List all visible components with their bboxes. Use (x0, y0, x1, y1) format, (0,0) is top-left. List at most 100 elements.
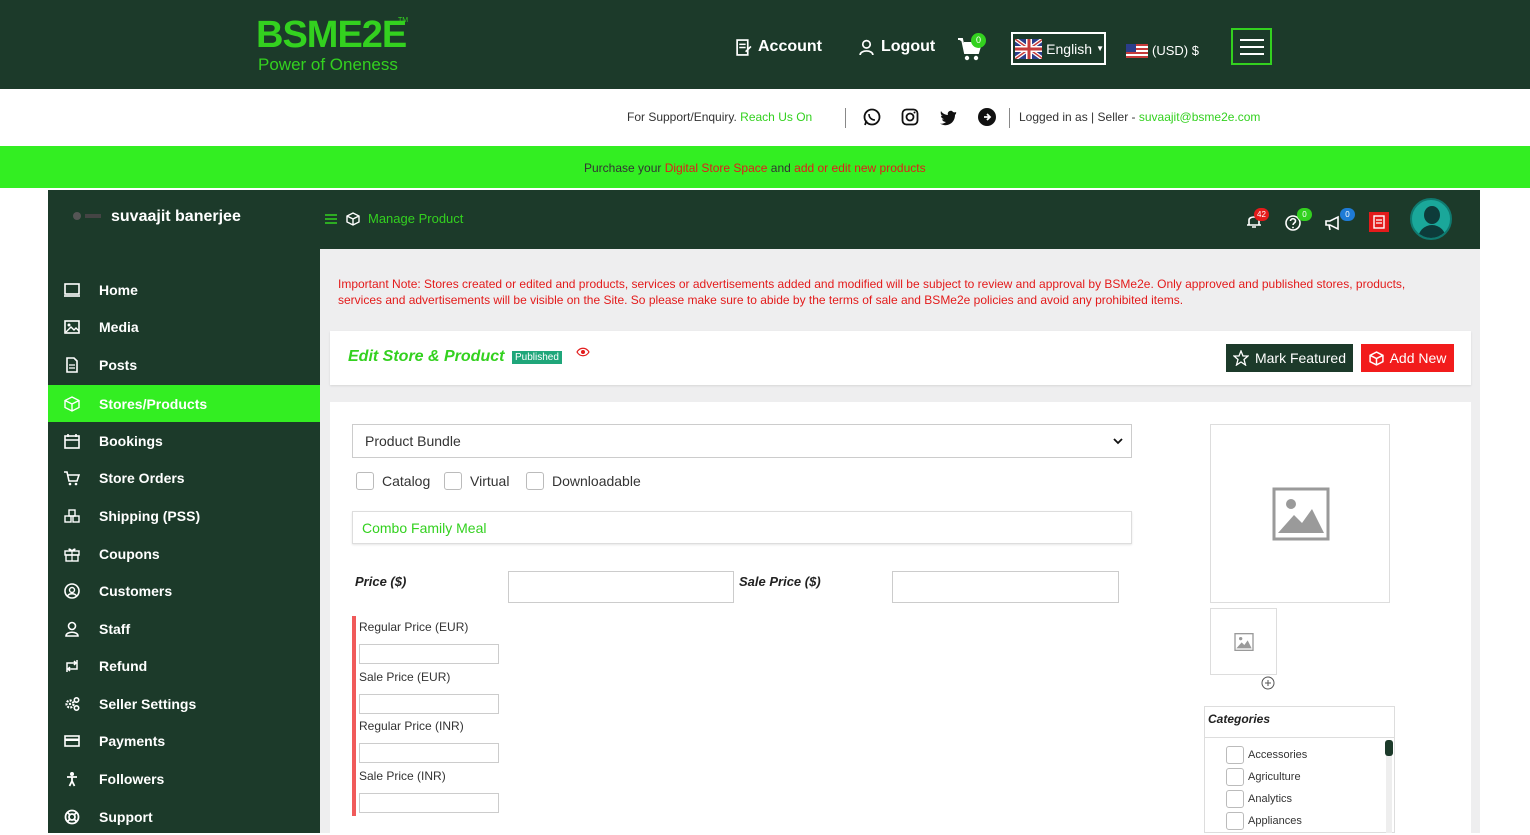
sidebar-item-label: Bookings (99, 432, 163, 449)
add-new-button[interactable]: Add New (1361, 344, 1454, 372)
manage-label: Manage Product (368, 211, 464, 226)
sidebar-item-posts[interactable]: Posts (48, 346, 320, 383)
sidebar-item-followers[interactable]: Followers (48, 760, 320, 797)
divider (845, 108, 846, 128)
more-social-icon[interactable] (977, 107, 997, 127)
mark-featured-button[interactable]: Mark Featured (1226, 344, 1353, 372)
language-selector[interactable]: English ▼ (1011, 32, 1106, 65)
seller-email[interactable]: suvaajit@bsme2e.com (1139, 110, 1261, 124)
boxes-icon (64, 508, 80, 523)
help-badge: 0 (1297, 208, 1312, 221)
sidebar-item-store-orders[interactable]: Store Orders (48, 459, 320, 496)
star-icon (1232, 350, 1249, 366)
image-placeholder-icon (1234, 633, 1254, 651)
sidebar-item-label: Stores/Products (99, 395, 208, 412)
sidebar-item-label: Followers (99, 770, 165, 787)
catalog-checkbox[interactable]: Catalog (356, 472, 430, 490)
gift-icon (64, 547, 80, 562)
sale-price-eur-label: Sale Price (EUR) (359, 670, 451, 684)
sidebar-item-home[interactable]: Home (48, 271, 320, 308)
regular-price-eur-input[interactable] (359, 644, 499, 664)
lifebuoy-icon (64, 809, 80, 824)
currency-selector[interactable]: (USD) $ (1126, 43, 1199, 58)
caret-down-icon: ▼ (1096, 44, 1104, 53)
price-label: Price ($) (355, 574, 407, 589)
announcement-badge: 0 (1340, 208, 1355, 221)
category-analytics[interactable]: Analytics (1226, 790, 1292, 808)
promo-text: Purchase your Digital Store Space and ad… (584, 161, 926, 175)
sale-price-eur-input[interactable] (359, 694, 499, 714)
status-badge: Published (512, 351, 562, 364)
sidebar-item-refund[interactable]: Refund (48, 647, 320, 684)
logout-link[interactable]: Logout (858, 38, 935, 56)
eye-icon[interactable] (576, 346, 590, 358)
sale-price-input[interactable] (892, 571, 1119, 603)
sale-price-inr-input[interactable] (359, 793, 499, 813)
account-link[interactable]: Account (735, 38, 822, 56)
sidebar-item-label: Media (99, 318, 139, 335)
add-gallery-icon[interactable] (1261, 676, 1275, 690)
logout-label: Logout (881, 38, 936, 55)
sale-price-inr-label: Sale Price (INR) (359, 769, 446, 783)
instagram-icon[interactable] (900, 107, 920, 127)
hamburger-icon (1239, 38, 1264, 41)
categories-title: Categories (1208, 712, 1271, 726)
divider (1205, 737, 1394, 738)
sidebar-item-bookings[interactable]: Bookings (48, 422, 320, 459)
sidebar-item-payments[interactable]: Payments (48, 722, 320, 759)
retweet-icon (66, 659, 78, 672)
sidebar-item-label: Coupons (99, 545, 160, 562)
logo[interactable]: BSME2E (256, 14, 407, 57)
user-name[interactable]: suvaajit banerjee (111, 208, 241, 226)
regular-price-eur-label: Regular Price (EUR) (359, 620, 469, 634)
sidebar-item-support[interactable]: Support (48, 798, 320, 835)
calendar-icon (64, 433, 80, 449)
child-icon (67, 771, 77, 786)
add-products-link[interactable]: add or edit new products (794, 161, 925, 175)
digital-store-link[interactable]: Digital Store Space (665, 161, 768, 175)
notification-badge: 42 (1254, 208, 1269, 221)
category-accessories[interactable]: Accessories (1226, 746, 1307, 764)
sidebar-item-label: Seller Settings (99, 695, 197, 712)
currency-label: (USD) $ (1152, 43, 1199, 58)
sidebar-item-media[interactable]: Media (48, 308, 320, 345)
reach-us-link[interactable]: Reach Us On (740, 110, 812, 124)
gallery-image-upload[interactable] (1210, 608, 1277, 675)
price-input[interactable] (508, 571, 734, 603)
product-name-value: Combo Family Meal (362, 519, 487, 536)
image-icon (64, 319, 80, 334)
sidebar-item-label: Payments (99, 732, 166, 749)
manage-product-breadcrumb[interactable]: Manage Product (324, 211, 463, 226)
sidebar-item-label: Customers (99, 582, 173, 599)
whatsapp-icon[interactable] (862, 107, 882, 127)
sidebar-item-staff[interactable]: Staff (48, 610, 320, 647)
category-appliances[interactable]: Appliances (1226, 812, 1302, 830)
categories-scrollbar[interactable] (1385, 740, 1393, 756)
product-type-select[interactable]: Product Bundle (352, 424, 1132, 458)
sidebar-item-shipping-pss[interactable]: Shipping (PSS) (48, 497, 320, 534)
logged-in-info: Logged in as | Seller - suvaajit@bsme2e.… (1019, 110, 1261, 124)
sidebar-item-stores-products[interactable]: Stores/Products (48, 385, 320, 422)
featured-image-upload[interactable] (1210, 424, 1390, 603)
sidebar-item-seller-settings[interactable]: Seller Settings (48, 685, 320, 722)
credit-card-icon (64, 734, 80, 747)
megaphone-icon[interactable] (1324, 214, 1342, 232)
product-type-value: Product Bundle (365, 433, 461, 449)
menu-toggle-button[interactable] (1231, 28, 1272, 65)
regular-price-inr-input[interactable] (359, 743, 499, 763)
category-agriculture[interactable]: Agriculture (1226, 768, 1301, 786)
manual-icon[interactable] (1369, 212, 1389, 232)
sidebar-item-label: Posts (99, 356, 138, 373)
sidebar-item-coupons[interactable]: Coupons (48, 535, 320, 572)
sidebar-item-customers[interactable]: Customers (48, 572, 320, 609)
store-logo-icon (73, 212, 81, 220)
multi-currency-indicator (352, 616, 356, 816)
avatar[interactable] (1410, 198, 1452, 240)
product-name-field[interactable]: Combo Family Meal (352, 511, 1132, 544)
downloadable-checkbox[interactable]: Downloadable (526, 472, 641, 490)
mark-featured-label: Mark Featured (1254, 350, 1347, 366)
language-label: English (1046, 40, 1093, 57)
cube-icon (1368, 350, 1384, 366)
twitter-icon[interactable] (938, 107, 958, 127)
virtual-checkbox[interactable]: Virtual (444, 472, 509, 490)
